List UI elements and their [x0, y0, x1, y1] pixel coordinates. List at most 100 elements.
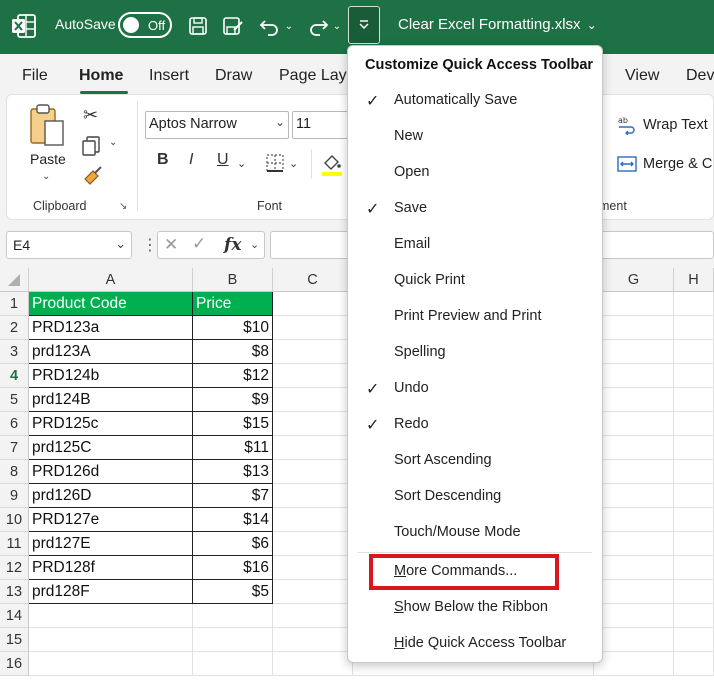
cell-product-code[interactable]: PRD123a: [29, 316, 193, 340]
empty-cell[interactable]: [273, 604, 353, 628]
wrap-text-button[interactable]: ab Wrap Text: [617, 115, 708, 135]
save-button[interactable]: [186, 12, 210, 40]
row-header[interactable]: 13: [0, 580, 29, 604]
cell-price[interactable]: $16: [193, 556, 273, 580]
name-box[interactable]: E4 ⌄: [6, 231, 132, 259]
menu-item[interactable]: Print Preview and Print: [348, 299, 602, 335]
column-header-c[interactable]: C: [273, 268, 353, 292]
tab-page-layout[interactable]: Page Lay: [279, 67, 347, 85]
menu-item-hide-qat[interactable]: Hide Quick Access Toolbar: [348, 626, 602, 662]
cut-icon[interactable]: ✂: [83, 105, 98, 126]
borders-button[interactable]: [265, 153, 285, 178]
tab-file[interactable]: File: [22, 67, 48, 85]
empty-cell[interactable]: [594, 364, 674, 388]
font-size-select[interactable]: 11: [292, 111, 348, 139]
cell-product-code[interactable]: prd128F: [29, 580, 193, 604]
clipboard-launcher-icon[interactable]: ↘: [119, 201, 127, 212]
cell-price[interactable]: $9: [193, 388, 273, 412]
menu-item[interactable]: ✓ Redo: [348, 407, 602, 443]
empty-cell[interactable]: [674, 484, 714, 508]
row-header[interactable]: 12: [0, 556, 29, 580]
document-title[interactable]: Clear Excel Formatting.xlsx ⌄: [398, 16, 597, 33]
underline-chevron-icon[interactable]: ⌄: [237, 157, 246, 170]
row-header[interactable]: 1: [0, 292, 29, 316]
empty-cell[interactable]: [674, 604, 714, 628]
empty-cell[interactable]: [594, 436, 674, 460]
empty-cell[interactable]: [273, 460, 353, 484]
cell-product-code[interactable]: [29, 628, 193, 652]
cell-product-code[interactable]: PRD126d: [29, 460, 193, 484]
empty-cell[interactable]: [594, 604, 674, 628]
cell-price[interactable]: $13: [193, 460, 273, 484]
column-header-g[interactable]: G: [594, 268, 674, 292]
column-header-b[interactable]: B: [193, 268, 273, 292]
insert-function-button[interactable]: fx: [224, 235, 241, 255]
empty-cell[interactable]: [674, 292, 714, 316]
empty-cell[interactable]: [674, 580, 714, 604]
empty-cell[interactable]: [674, 388, 714, 412]
row-header[interactable]: 3: [0, 340, 29, 364]
menu-item[interactable]: New: [348, 119, 602, 155]
empty-cell[interactable]: [273, 316, 353, 340]
menu-item[interactable]: ✓ Undo: [348, 371, 602, 407]
tab-view[interactable]: View: [625, 67, 659, 85]
cell-product-code[interactable]: PRD125c: [29, 412, 193, 436]
tab-developer[interactable]: Dev: [686, 67, 714, 85]
menu-item[interactable]: Sort Ascending: [348, 443, 602, 479]
column-header-a[interactable]: A: [29, 268, 193, 292]
cell-product-code[interactable]: prd127E: [29, 532, 193, 556]
menu-item[interactable]: ✓ Save: [348, 191, 602, 227]
empty-cell[interactable]: [594, 388, 674, 412]
cell-product-code[interactable]: PRD128f: [29, 556, 193, 580]
empty-cell[interactable]: [273, 628, 353, 652]
customize-qat-button[interactable]: [348, 6, 380, 44]
empty-cell[interactable]: [674, 436, 714, 460]
tab-draw[interactable]: Draw: [215, 67, 252, 85]
fx-chevron-icon[interactable]: ⌄: [250, 238, 259, 251]
menu-item[interactable]: Spelling: [348, 335, 602, 371]
header-cell-product-code[interactable]: Product Code: [29, 292, 193, 316]
cell-price[interactable]: [193, 628, 273, 652]
empty-cell[interactable]: [594, 340, 674, 364]
column-header-h[interactable]: H: [674, 268, 714, 292]
empty-cell[interactable]: [594, 628, 674, 652]
underline-button[interactable]: U: [217, 151, 229, 169]
row-header[interactable]: 5: [0, 388, 29, 412]
cell-price[interactable]: $7: [193, 484, 273, 508]
menu-item[interactable]: Email: [348, 227, 602, 263]
redo-button[interactable]: ⌄: [304, 12, 344, 40]
tab-home[interactable]: Home: [79, 67, 123, 85]
row-header[interactable]: 11: [0, 532, 29, 556]
empty-cell[interactable]: [594, 292, 674, 316]
empty-cell[interactable]: [273, 532, 353, 556]
undo-button[interactable]: ⌄: [256, 12, 296, 40]
italic-button[interactable]: I: [189, 151, 193, 169]
empty-cell[interactable]: [674, 316, 714, 340]
menu-item[interactable]: ✓ Automatically Save: [348, 83, 602, 119]
cell-price[interactable]: $5: [193, 580, 273, 604]
copy-button[interactable]: ⌄: [81, 135, 121, 162]
row-header[interactable]: 10: [0, 508, 29, 532]
empty-cell[interactable]: [273, 364, 353, 388]
empty-cell[interactable]: [273, 484, 353, 508]
empty-cell[interactable]: [594, 412, 674, 436]
empty-cell[interactable]: [594, 508, 674, 532]
cell-price[interactable]: $10: [193, 316, 273, 340]
empty-cell[interactable]: [594, 556, 674, 580]
menu-item-show-below-ribbon[interactable]: Show Below the Ribbon: [348, 590, 602, 626]
empty-cell[interactable]: [273, 412, 353, 436]
merge-center-button[interactable]: Merge & C: [617, 154, 712, 174]
bold-button[interactable]: B: [157, 151, 169, 169]
row-header[interactable]: 7: [0, 436, 29, 460]
empty-cell[interactable]: [594, 652, 674, 676]
empty-cell[interactable]: [594, 484, 674, 508]
row-header[interactable]: 6: [0, 412, 29, 436]
select-all-corner[interactable]: [0, 268, 29, 292]
font-name-select[interactable]: Aptos Narrow ⌄: [145, 111, 289, 139]
row-header[interactable]: 4: [0, 364, 29, 388]
empty-cell[interactable]: [273, 388, 353, 412]
enter-check-icon[interactable]: ✓: [192, 234, 206, 254]
autosave-toggle[interactable]: Off: [118, 12, 172, 38]
menu-item[interactable]: Sort Descending: [348, 479, 602, 515]
format-painter-button[interactable]: [81, 165, 103, 192]
